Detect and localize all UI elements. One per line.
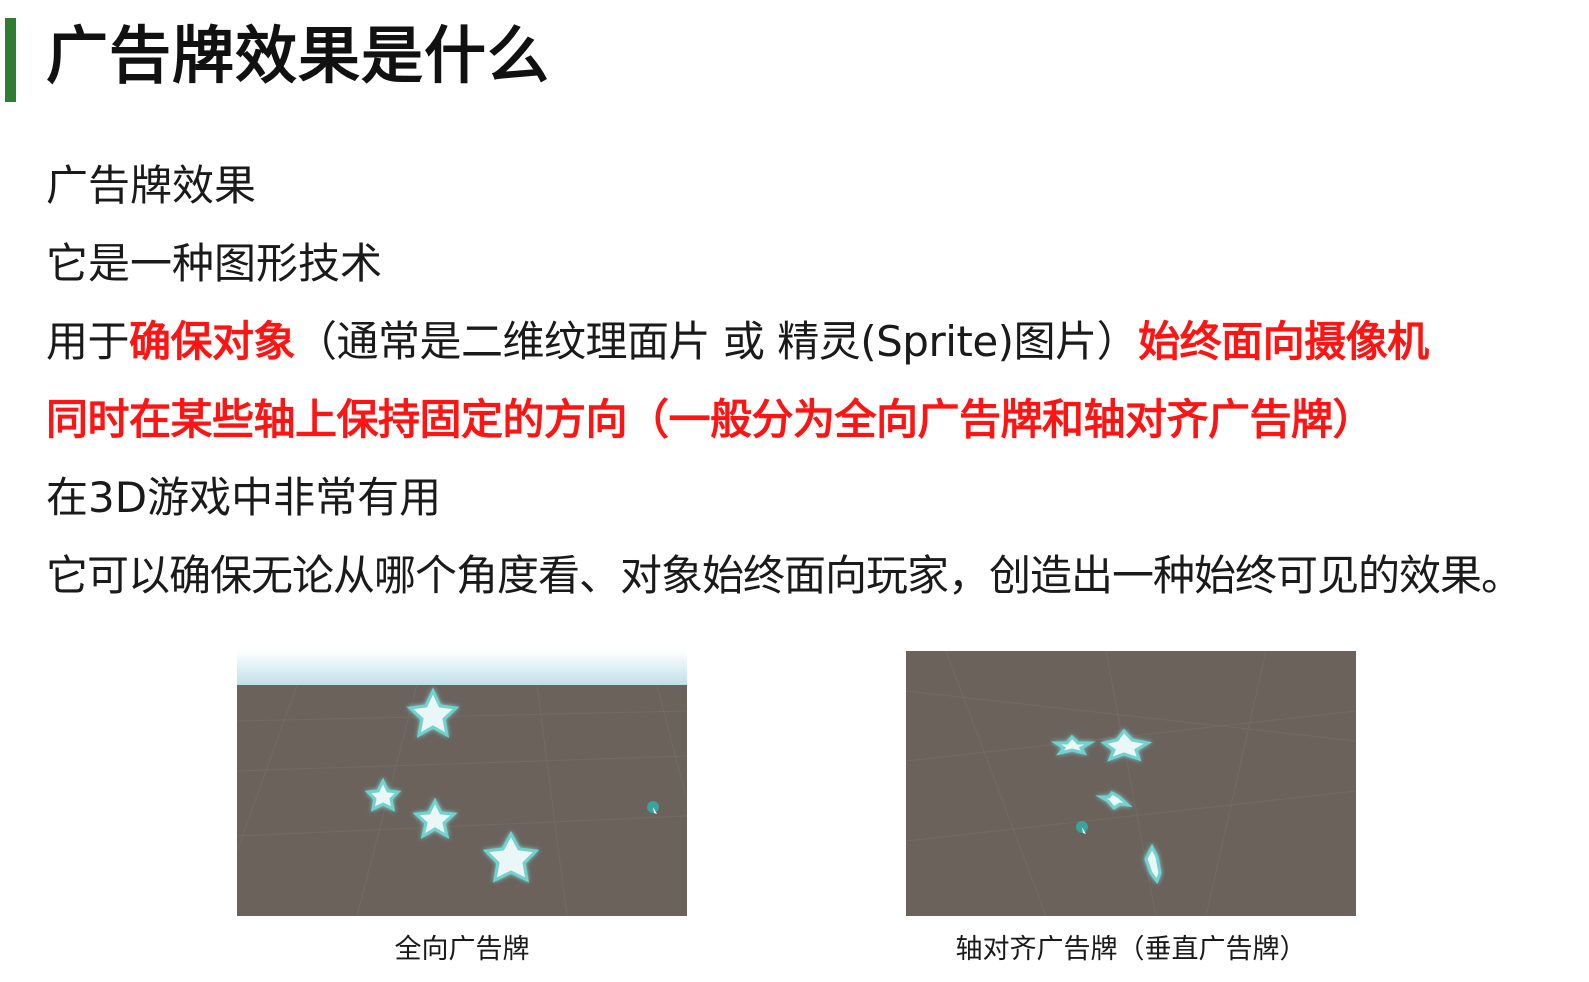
body-line-3: 用于确保对象（通常是二维纹理面片 或 精灵(Sprite)图片）始终面向摄像机 [46, 314, 1429, 370]
omni-billboard-scene [237, 651, 687, 916]
body-line-4: 同时在某些轴上保持固定的方向（一般分为全向广告牌和轴对齐广告牌） [46, 392, 1375, 448]
line-5-segment-1: 在3D游戏中非常有用 [46, 473, 442, 522]
caption-omni-billboard: 全向广告牌 [394, 934, 530, 965]
line-6-segment-1: 它可以确保无论从哪个角度看、对象始终面向玩家，创造出一种始终可见的效果。 [46, 551, 1523, 600]
body-line-6: 它可以确保无论从哪个角度看、对象始终面向玩家，创造出一种始终可见的效果。 [46, 548, 1523, 604]
line-1-segment-1: 广告牌效果 [46, 161, 257, 210]
axis-billboard-screenshot [906, 651, 1356, 916]
body-line-2: 它是一种图形技术 [46, 236, 382, 292]
slide-title: 广告牌效果是什么 [46, 19, 551, 92]
line-4-emphasis: 同时在某些轴上保持固定的方向（一般分为全向广告牌和轴对齐广告牌） [46, 395, 1375, 444]
omni-billboard-screenshot [237, 651, 687, 916]
axis-billboard-scene [906, 651, 1356, 916]
line-3-emphasis-2: 始终面向摄像机 [1138, 317, 1429, 366]
caption-axis-billboard: 轴对齐广告牌（垂直广告牌） [955, 934, 1307, 965]
line-3-segment-2: （通常是二维纹理面片 或 精灵(Sprite)图片） [295, 317, 1139, 366]
body-line-5: 在3D游戏中非常有用 [46, 470, 441, 526]
line-2-segment-1: 它是一种图形技术 [46, 239, 383, 288]
title-accent-bar [5, 18, 16, 102]
line-3-emphasis-1: 确保对象 [129, 317, 296, 366]
body-line-1: 广告牌效果 [46, 158, 256, 214]
line-3-segment-1: 用于 [46, 317, 130, 366]
scene-sky [237, 651, 687, 685]
